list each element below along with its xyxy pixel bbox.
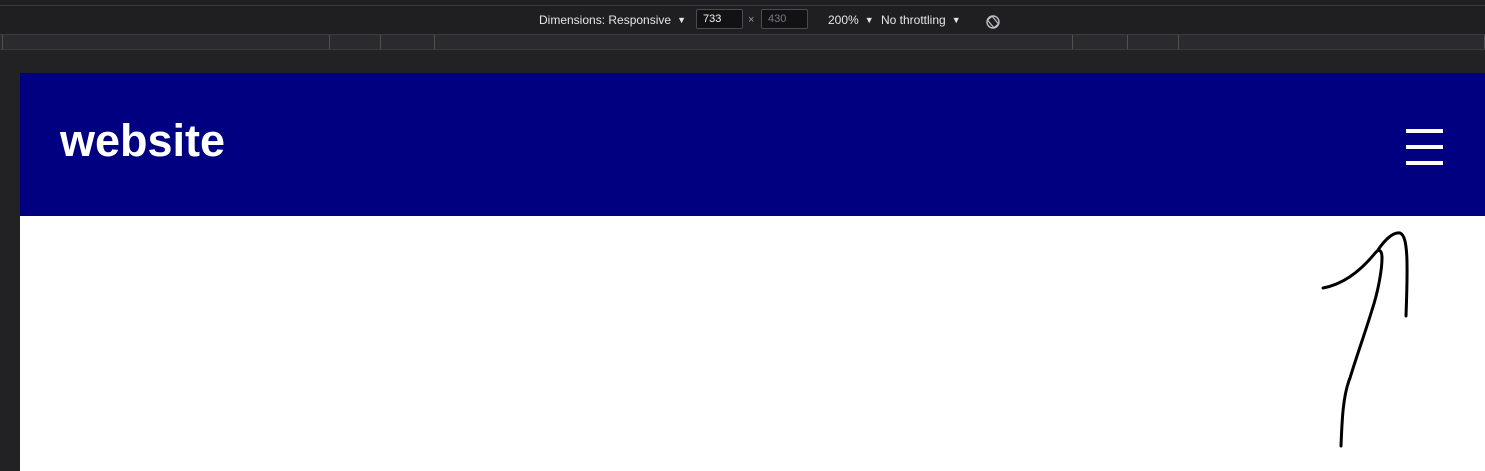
hand-drawn-arrow-annotation xyxy=(1321,231,1409,448)
